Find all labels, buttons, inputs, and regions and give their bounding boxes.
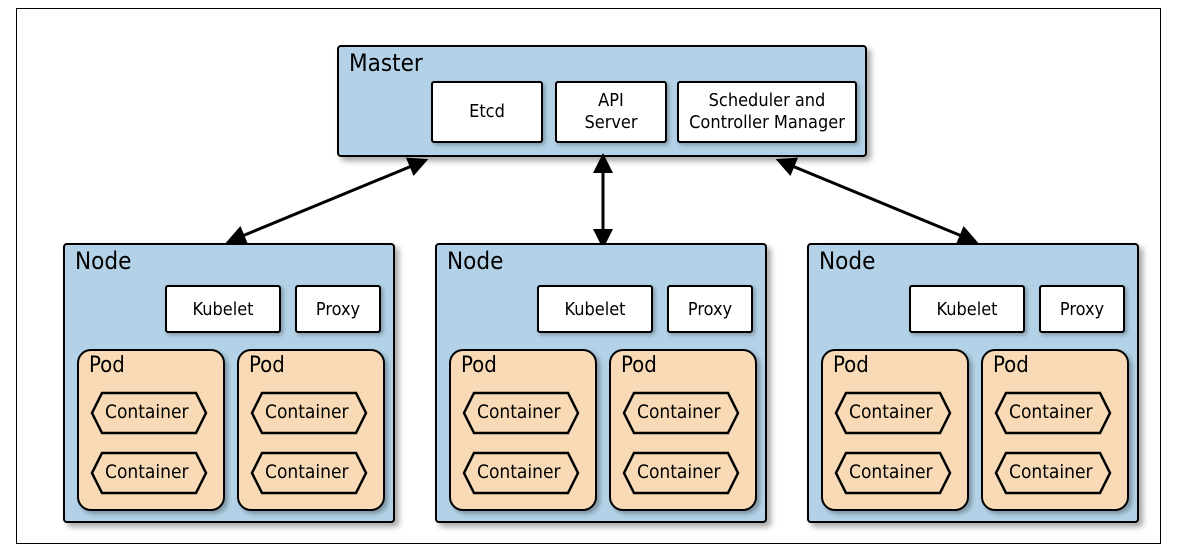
api-server-box: API Server (555, 81, 667, 143)
kubelet-box: Kubelet (165, 285, 281, 333)
container-label: Container (849, 461, 933, 483)
container-label: Container (105, 461, 189, 483)
diagram-frame: Master Etcd API Server Scheduler and Con… (16, 8, 1161, 544)
api-server-label: API Server (584, 90, 637, 133)
pod-title: Pod (833, 353, 869, 378)
pod-box: Pod Container Container (77, 349, 225, 511)
container-label: Container (265, 401, 349, 423)
container-label: Container (637, 401, 721, 423)
pod-title: Pod (621, 353, 657, 378)
container-label: Container (477, 401, 561, 423)
container-box: Container (834, 451, 952, 495)
node-title: Node (447, 247, 503, 275)
container-label: Container (265, 461, 349, 483)
scheduler-label: Scheduler and Controller Manager (689, 90, 845, 133)
container-label: Container (105, 401, 189, 423)
pod-box: Pod Container Container (609, 349, 757, 511)
container-box: Container (462, 451, 580, 495)
container-box: Container (994, 451, 1112, 495)
scheduler-box: Scheduler and Controller Manager (677, 81, 857, 143)
etcd-box: Etcd (431, 81, 543, 143)
master-title: Master (349, 49, 423, 77)
container-box: Container (622, 451, 740, 495)
node-title: Node (75, 247, 131, 275)
container-box: Container (90, 391, 208, 435)
pod-box: Pod Container Container (821, 349, 969, 511)
container-box: Container (90, 451, 208, 495)
master-box: Master Etcd API Server Scheduler and Con… (337, 45, 867, 157)
container-box: Container (462, 391, 580, 435)
pod-title: Pod (249, 353, 285, 378)
container-label: Container (1009, 401, 1093, 423)
arrow-master-node2 (577, 151, 637, 251)
node-box-2: Node Kubelet Proxy Pod Container Contain… (435, 243, 767, 523)
container-label: Container (637, 461, 721, 483)
container-label: Container (849, 401, 933, 423)
container-box: Container (834, 391, 952, 435)
kubelet-box: Kubelet (909, 285, 1025, 333)
proxy-box: Proxy (295, 285, 381, 333)
container-box: Container (250, 391, 368, 435)
pod-box: Pod Container Container (981, 349, 1129, 511)
proxy-box: Proxy (667, 285, 753, 333)
pod-title: Pod (461, 353, 497, 378)
pod-box: Pod Container Container (237, 349, 385, 511)
node-box-1: Node Kubelet Proxy Pod Container Contain… (63, 243, 395, 523)
container-label: Container (477, 461, 561, 483)
proxy-box: Proxy (1039, 285, 1125, 333)
kubelet-box: Kubelet (537, 285, 653, 333)
pod-title: Pod (993, 353, 1029, 378)
node-title: Node (819, 247, 875, 275)
container-label: Container (1009, 461, 1093, 483)
container-box: Container (250, 451, 368, 495)
node-box-3: Node Kubelet Proxy Pod Container Contain… (807, 243, 1139, 523)
pod-title: Pod (89, 353, 125, 378)
pod-box: Pod Container Container (449, 349, 597, 511)
container-box: Container (994, 391, 1112, 435)
container-box: Container (622, 391, 740, 435)
